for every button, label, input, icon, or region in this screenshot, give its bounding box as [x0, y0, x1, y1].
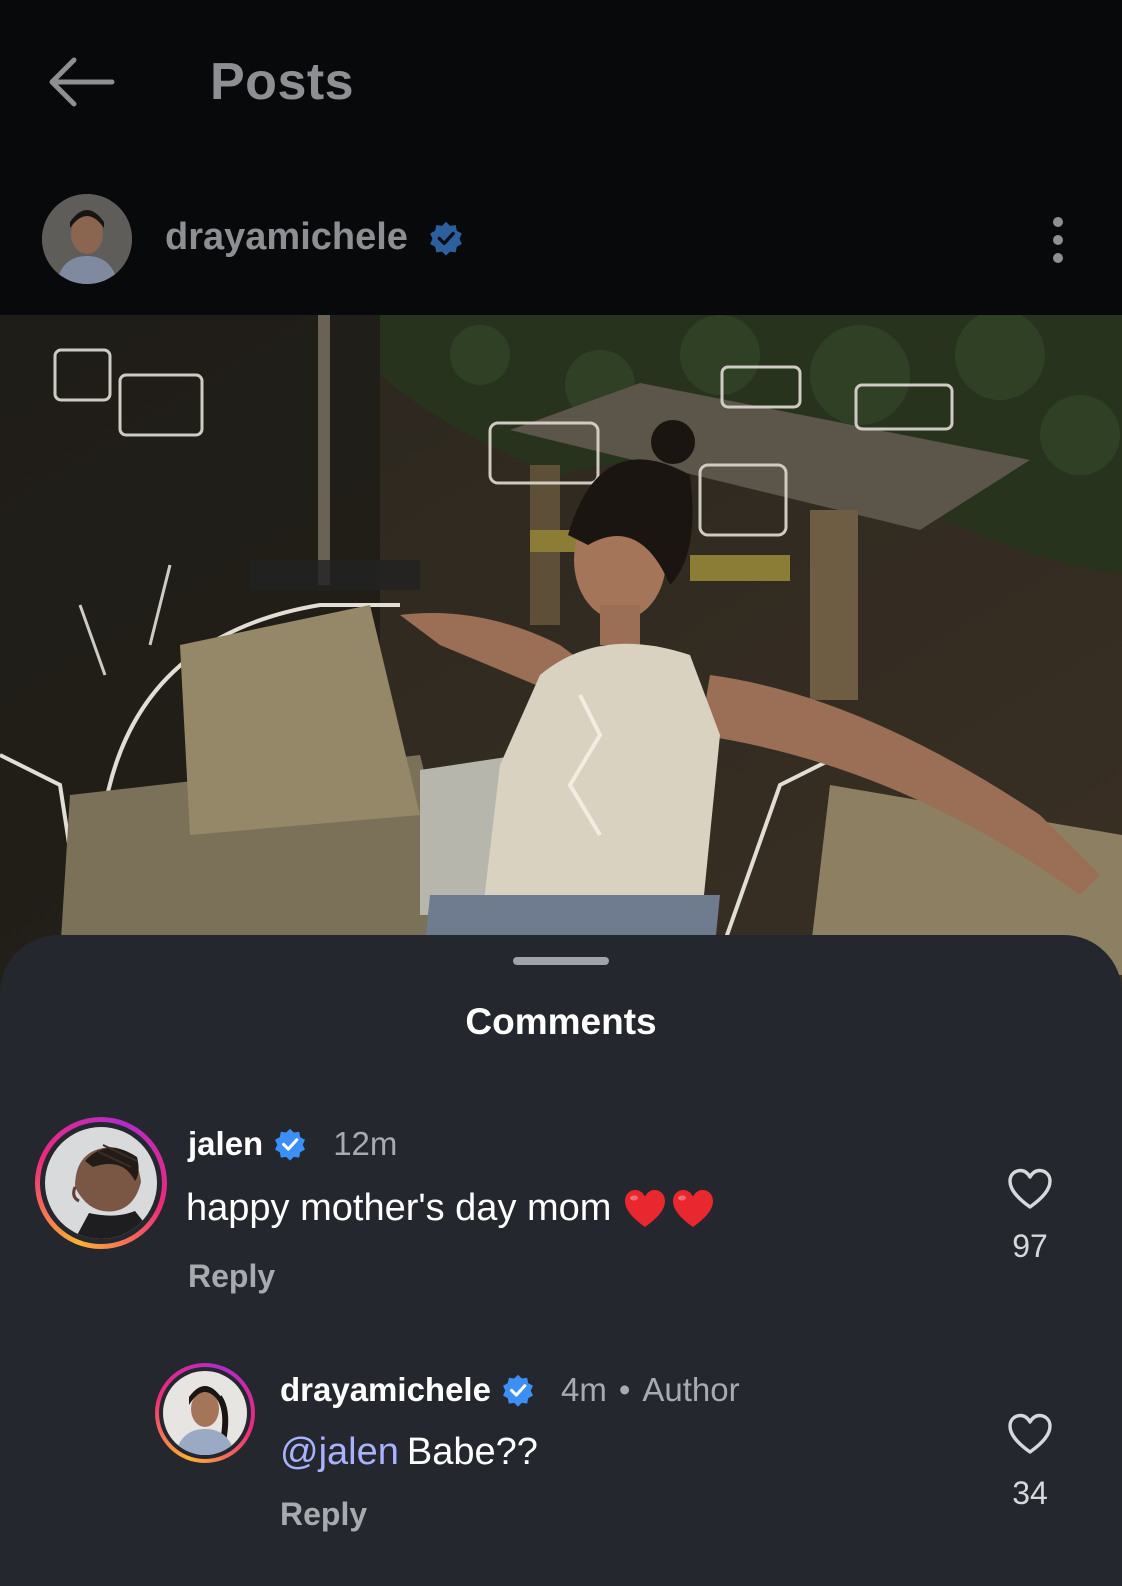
comment-time: 12m: [333, 1125, 398, 1162]
verified-badge-icon: [275, 1128, 306, 1161]
post-header: drayamichele: [0, 192, 1122, 292]
post-author-avatar[interactable]: [42, 194, 132, 284]
comment-username[interactable]: jalen: [188, 1125, 263, 1163]
reply-button[interactable]: Reply: [188, 1258, 275, 1295]
author-label: Author: [642, 1371, 740, 1408]
comment-username[interactable]: drayamichele: [280, 1371, 491, 1409]
comment-avatar: [45, 1127, 157, 1239]
reply-button[interactable]: Reply: [280, 1496, 367, 1533]
comments-sheet: Comments jalen 12m happy mother's day mo…: [0, 935, 1122, 1586]
comment-avatar: [163, 1371, 247, 1455]
drag-handle[interactable]: [513, 957, 609, 965]
verified-badge-icon: [430, 221, 462, 256]
back-button[interactable]: [44, 52, 118, 112]
post-image: [0, 315, 1122, 995]
verified-badge-icon: [503, 1374, 533, 1407]
post-photo[interactable]: [0, 315, 1122, 995]
meta-separator: •: [618, 1371, 631, 1408]
like-count: 97: [1012, 1228, 1048, 1264]
reply-item: drayamichele 4m • Author @jalen Babe?? R…: [0, 1363, 1122, 1586]
avatar-image: [42, 194, 132, 284]
more-options-button[interactable]: [1036, 214, 1080, 266]
comments-title: Comments: [465, 1001, 657, 1042]
comment-meta: drayamichele 4m • Author: [280, 1368, 740, 1412]
red-heart-emoji-icon: [625, 1189, 666, 1227]
page-title: Posts: [210, 53, 355, 111]
comment-avatar-story-ring[interactable]: [155, 1363, 255, 1463]
comment-item: jalen 12m happy mother's day mom ❤️❤️ Re…: [0, 1115, 1122, 1345]
comment-avatar-story-ring[interactable]: [35, 1117, 167, 1249]
top-bar: Posts drayamichele: [0, 0, 1122, 315]
arrow-left-icon: [49, 57, 115, 107]
comment-text: happy mother's day mom: [186, 1187, 612, 1229]
heart-outline-icon[interactable]: [1007, 1168, 1053, 1210]
comment-time: 4m: [560, 1371, 607, 1408]
red-heart-emoji-icon: [673, 1189, 714, 1227]
more-vertical-icon: [1053, 217, 1063, 263]
comment-meta: jalen 12m: [188, 1122, 397, 1166]
comment-text: Babe??: [406, 1431, 538, 1473]
heart-outline-icon[interactable]: [1007, 1413, 1053, 1455]
comment-body: happy mother's day mom ❤️❤️: [186, 1187, 715, 1230]
like-count: 34: [1012, 1475, 1048, 1511]
comment-body: @jalen Babe??: [280, 1431, 538, 1474]
post-username[interactable]: drayamichele: [165, 216, 408, 259]
mention-link[interactable]: @jalen: [280, 1431, 399, 1474]
